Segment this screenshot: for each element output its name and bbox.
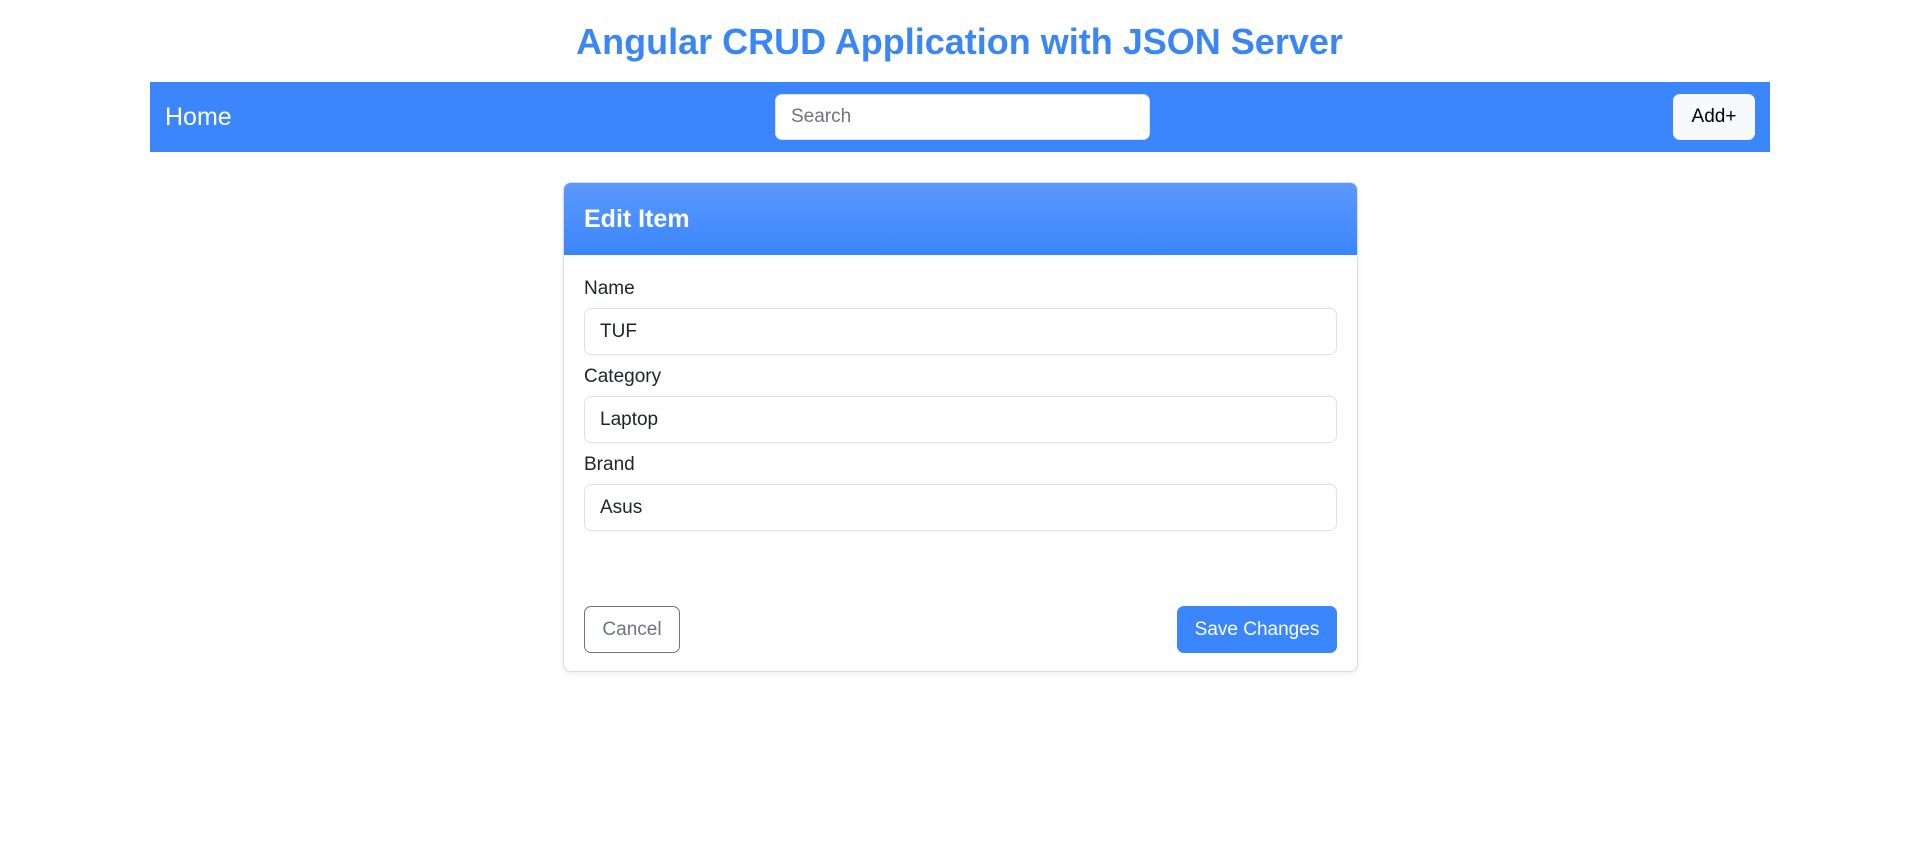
nav-home-link[interactable]: Home xyxy=(165,82,232,152)
category-field[interactable] xyxy=(584,396,1337,443)
edit-item-card: Edit Item Name Category Brand Cancel Sav… xyxy=(563,182,1358,672)
card-title: Edit Item xyxy=(564,183,1357,255)
page-title: Angular CRUD Application with JSON Serve… xyxy=(576,21,1343,62)
name-field[interactable] xyxy=(584,308,1337,355)
add-button[interactable]: Add+ xyxy=(1673,94,1755,140)
name-label: Name xyxy=(584,278,635,299)
brand-field[interactable] xyxy=(584,484,1337,531)
save-changes-button[interactable]: Save Changes xyxy=(1177,606,1337,653)
cancel-button[interactable]: Cancel xyxy=(584,606,680,653)
search-input[interactable] xyxy=(775,94,1150,140)
brand-label: Brand xyxy=(584,454,635,475)
category-label: Category xyxy=(584,366,662,387)
navbar: Home Add+ xyxy=(150,82,1770,152)
